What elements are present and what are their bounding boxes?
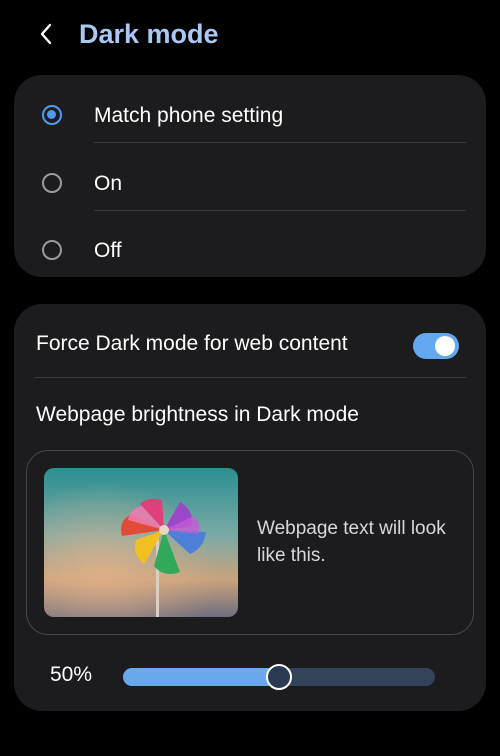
option-label: Off xyxy=(94,239,122,262)
divider xyxy=(94,142,466,143)
page-title: Dark mode xyxy=(79,19,219,49)
header: Dark mode xyxy=(0,0,500,70)
radio-unchecked-icon[interactable] xyxy=(42,240,62,260)
pinwheel-preview-image xyxy=(44,468,238,617)
toggle-knob xyxy=(435,336,455,356)
force-dark-mode-toggle[interactable] xyxy=(413,333,459,359)
web-content-card: Force Dark mode for web content Webpage … xyxy=(14,304,486,711)
chevron-left-icon xyxy=(40,23,52,45)
force-dark-mode-label: Force Dark mode for web content xyxy=(36,332,348,355)
force-dark-mode-row[interactable]: Force Dark mode for web content xyxy=(14,322,486,366)
brightness-slider[interactable] xyxy=(123,664,435,690)
brightness-slider-row: 50% xyxy=(14,656,486,692)
dark-mode-options-card: Match phone setting On Off xyxy=(14,75,486,277)
back-button[interactable] xyxy=(28,16,64,52)
preview-text: Webpage text will look like this. xyxy=(257,518,446,566)
option-match-phone-setting[interactable]: Match phone setting xyxy=(14,83,486,150)
pinwheel-image xyxy=(44,468,238,617)
option-on[interactable]: On xyxy=(14,151,486,218)
brightness-value: 50% xyxy=(50,663,93,686)
radio-checked-icon[interactable] xyxy=(42,105,62,125)
option-label: Match phone setting xyxy=(94,104,284,127)
slider-thumb[interactable] xyxy=(266,664,292,690)
option-off[interactable]: Off xyxy=(14,218,486,285)
brightness-label: Webpage brightness in Dark mode xyxy=(36,403,359,426)
dark-mode-screen: Dark mode Match phone setting On Off For… xyxy=(0,0,500,756)
divider xyxy=(34,377,466,378)
option-label: On xyxy=(94,172,123,195)
radio-unchecked-icon[interactable] xyxy=(42,173,62,193)
slider-fill xyxy=(123,668,279,686)
divider xyxy=(94,210,466,211)
brightness-preview: Webpage text will look like this. xyxy=(26,450,474,635)
